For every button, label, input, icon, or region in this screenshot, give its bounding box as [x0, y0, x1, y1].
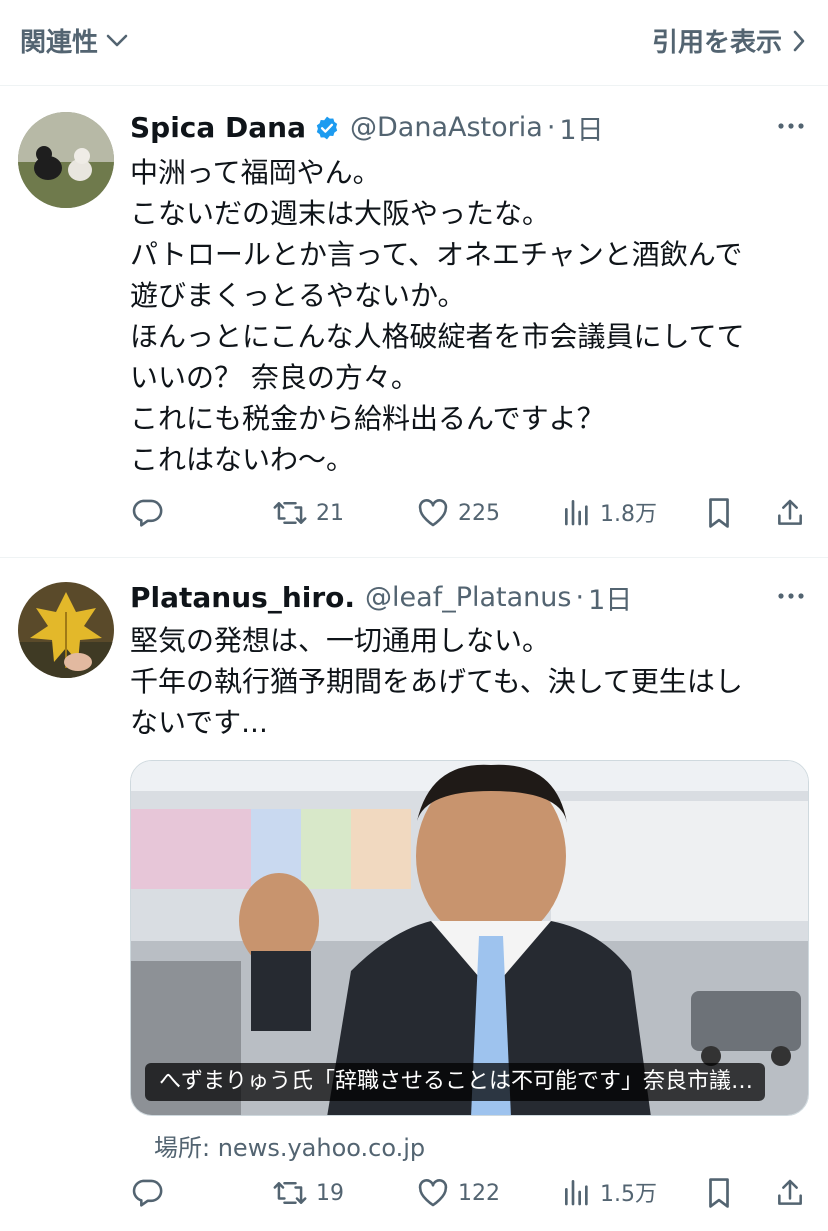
- more-options-icon[interactable]: [776, 586, 806, 606]
- tweet-line: これにも税金から給料出るんですよ？: [130, 402, 605, 435]
- retweet-icon: [272, 496, 308, 530]
- sort-dropdown[interactable]: 関連性: [20, 22, 128, 59]
- share-icon: [774, 496, 806, 530]
- tweet-actions: 19 122 1.5万: [130, 1176, 810, 1212]
- like-count: 225: [458, 500, 500, 526]
- views-button[interactable]: 1.8万: [562, 496, 657, 528]
- display-name[interactable]: Spica Dana: [130, 111, 306, 144]
- chevron-down-icon: [106, 34, 128, 48]
- tweet-header: Platanus_hiro. @leaf_Platanus · 1日: [130, 578, 632, 617]
- retweet-icon: [272, 1176, 308, 1210]
- reply-icon: [130, 1176, 164, 1210]
- display-name[interactable]: Platanus_hiro.: [130, 581, 355, 614]
- tweet-line: 遊びまくっとるやないか。: [130, 279, 466, 312]
- sort-label: 関連性: [20, 28, 99, 58]
- reply-button[interactable]: [130, 496, 164, 530]
- bookmark-icon: [704, 1176, 734, 1210]
- heart-icon: [416, 1176, 450, 1210]
- retweet-count: 19: [316, 1180, 344, 1206]
- link-card-image[interactable]: へずまりゅう氏「辞職させることは不可能です」奈良市議…: [130, 760, 809, 1116]
- like-button[interactable]: 225: [416, 496, 500, 530]
- more-options-icon[interactable]: [776, 116, 806, 136]
- tweet-line: パトロールとか言って、オネエチャンと酒飲んで: [130, 238, 743, 271]
- tweet-line: こないだの週末は大阪やったな。: [130, 197, 551, 230]
- tweet-line: 堅気の発想は、一切通用しない。: [130, 624, 551, 657]
- tweet[interactable]: Platanus_hiro. @leaf_Platanus · 1日 堅気の発想…: [0, 558, 828, 1231]
- separator: ·: [575, 582, 585, 613]
- reply-icon: [130, 496, 164, 530]
- tweet-line: ないです...: [130, 706, 268, 739]
- retweet-button[interactable]: 19: [272, 1176, 344, 1210]
- tweet-line: 千年の執行猶予期間をあげても、決して更生はし: [130, 665, 743, 698]
- like-button[interactable]: 122: [416, 1176, 500, 1210]
- tweet-actions: 21 225 1.8万: [130, 496, 810, 532]
- tweet-text: 中洲って福岡やん。 こないだの週末は大阪やったな。 パトロールとか言って、オネエ…: [130, 152, 800, 480]
- heart-icon: [416, 496, 450, 530]
- bookmark-button[interactable]: [704, 496, 734, 530]
- view-quotes-label: 引用を表示: [651, 28, 782, 58]
- share-button[interactable]: [774, 1176, 806, 1210]
- tweet-line: ほんっとにこんな人格破綻者を市会議員にしてて: [130, 320, 745, 353]
- views-icon: [562, 1176, 592, 1208]
- tweet-header: Spica Dana @DanaAstoria · 1日: [130, 108, 604, 147]
- tweet-line: これはないわ〜。: [130, 443, 355, 476]
- views-count: 1.5万: [600, 1182, 657, 1207]
- share-icon: [774, 1176, 806, 1210]
- retweet-count: 21: [316, 500, 344, 526]
- timestamp[interactable]: 1日: [588, 578, 632, 617]
- avatar[interactable]: [18, 582, 114, 678]
- tweet-line: いいの？ 奈良の方々。: [130, 361, 419, 394]
- bookmark-button[interactable]: [704, 1176, 734, 1210]
- views-icon: [562, 496, 592, 528]
- link-source[interactable]: 場所: news.yahoo.co.jp: [154, 1128, 425, 1163]
- chevron-right-icon: [792, 30, 806, 52]
- views-count: 1.8万: [600, 502, 657, 527]
- share-button[interactable]: [774, 496, 806, 530]
- replies-header: 関連性 引用を表示: [0, 0, 828, 86]
- retweet-button[interactable]: 21: [272, 496, 344, 530]
- reply-button[interactable]: [130, 1176, 164, 1210]
- verified-badge-icon: [314, 115, 340, 141]
- tweet-text: 堅気の発想は、一切通用しない。 千年の執行猶予期間をあげても、決して更生はし な…: [130, 620, 800, 743]
- bookmark-icon: [704, 496, 734, 530]
- user-handle[interactable]: @DanaAstoria: [350, 112, 543, 143]
- timestamp[interactable]: 1日: [559, 108, 603, 147]
- link-card-caption: へずまりゅう氏「辞職させることは不可能です」奈良市議…: [145, 1063, 765, 1101]
- user-handle[interactable]: @leaf_Platanus: [365, 582, 571, 613]
- tweet-line: 中洲って福岡やん。: [130, 156, 381, 189]
- view-quotes-link[interactable]: 引用を表示: [652, 22, 806, 59]
- like-count: 122: [458, 1180, 500, 1206]
- avatar[interactable]: [18, 112, 114, 208]
- views-button[interactable]: 1.5万: [562, 1176, 657, 1208]
- tweet[interactable]: Spica Dana @DanaAstoria · 1日 中洲って福岡やん。 こ…: [0, 86, 828, 558]
- separator: ·: [546, 112, 556, 143]
